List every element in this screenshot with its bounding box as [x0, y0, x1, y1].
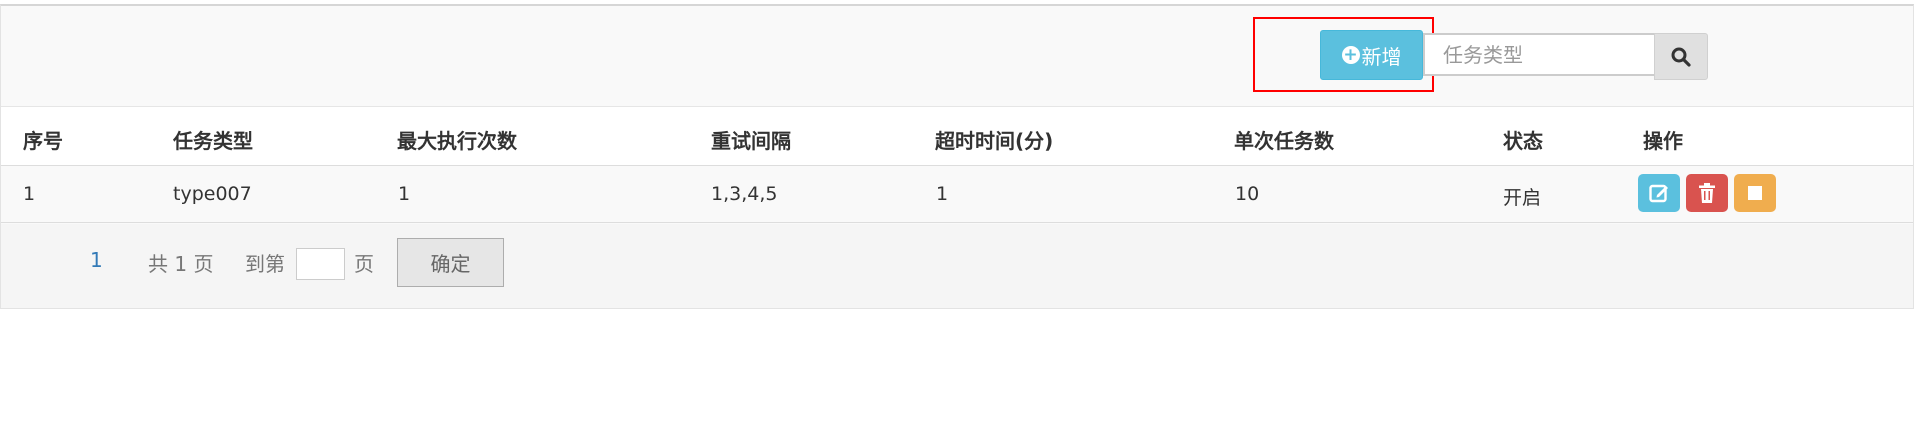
header-actions: 操作	[1643, 129, 1683, 153]
pagination: 1 共 1 页 到第 页 确定	[1, 224, 1913, 308]
cell-task-type: type007	[173, 183, 252, 205]
stop-icon	[1748, 186, 1762, 200]
header-max-exec: 最大执行次数	[397, 129, 517, 153]
header-timeout: 超时时间(分)	[935, 129, 1054, 153]
goto-label: 到第	[245, 252, 285, 276]
cell-timeout: 1	[936, 183, 949, 205]
goto-page-input[interactable]	[296, 248, 345, 280]
header-batch-count: 单次任务数	[1234, 129, 1334, 153]
header-status: 状态	[1503, 129, 1543, 153]
header-task-type: 任务类型	[173, 129, 253, 153]
cell-retry-interval: 1,3,4,5	[711, 183, 778, 205]
edit-icon	[1649, 184, 1668, 203]
stop-button[interactable]	[1734, 174, 1776, 212]
toolbar: + 新增	[1, 6, 1913, 106]
search-icon	[1671, 47, 1691, 67]
cell-batch-count: 10	[1235, 183, 1260, 205]
search-button[interactable]	[1654, 33, 1708, 80]
cell-max-exec: 1	[398, 183, 411, 205]
highlight-box	[1253, 17, 1434, 92]
trash-icon	[1699, 183, 1715, 203]
cell-status: 开启	[1503, 187, 1542, 209]
total-pages-label: 共 1 页	[148, 252, 214, 276]
delete-button[interactable]	[1686, 174, 1728, 212]
table-header: 序号 任务类型 最大执行次数 重试间隔 超时时间(分) 单次任务数 状态 操作	[1, 106, 1913, 167]
search-input[interactable]	[1423, 33, 1654, 76]
task-panel: + 新增 序号 任务类型 最大执行次数 重试间隔 超时时间(分) 单次任务数 状…	[0, 4, 1914, 309]
edit-button[interactable]	[1638, 174, 1680, 212]
table-row: 1 type007 1 1,3,4,5 1 10 开启	[1, 166, 1913, 223]
page-link-current[interactable]: 1	[90, 248, 103, 272]
header-retry-interval: 重试间隔	[711, 129, 791, 153]
cell-index: 1	[23, 183, 36, 205]
confirm-button[interactable]: 确定	[397, 238, 504, 287]
page-suffix-label: 页	[354, 252, 374, 276]
header-index: 序号	[23, 129, 63, 153]
